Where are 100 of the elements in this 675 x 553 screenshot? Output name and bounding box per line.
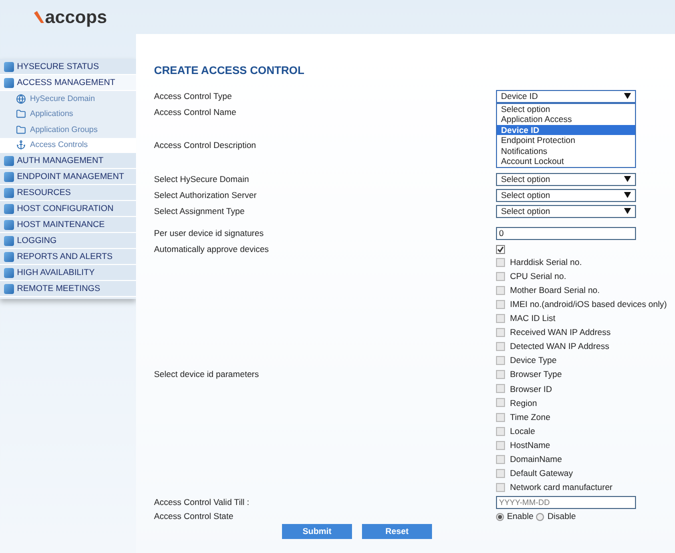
radio-label: Disable	[547, 510, 576, 523]
sidebar-subitem[interactable]: Application Groups	[0, 122, 136, 138]
folder-icon	[16, 109, 26, 120]
field-label: Automatically approve devices	[154, 242, 270, 256]
dropdown-option[interactable]: Notifications	[497, 146, 635, 156]
checkbox-label: Network card manufacturer	[510, 481, 613, 494]
checkbox-label: Browser ID	[510, 382, 552, 396]
checkbox-label: MAC ID List	[510, 312, 556, 325]
checkbox[interactable]	[496, 356, 505, 366]
field-label: Select device id parameters	[154, 368, 260, 382]
globe-icon	[16, 94, 26, 104]
checkbox[interactable]	[496, 342, 505, 352]
checkbox-label: DomainName	[510, 452, 562, 466]
select-field[interactable]: Select option	[496, 172, 636, 186]
sidebar-item[interactable]: ACCESS MANAGEMENT	[0, 75, 136, 91]
dropdown-option[interactable]: Application Access	[497, 114, 635, 124]
sidebar-item[interactable]: RESOURCES	[0, 185, 136, 201]
checkbox[interactable]	[496, 258, 505, 267]
logo: accops	[45, 8, 108, 26]
checkbox[interactable]	[496, 483, 505, 492]
tile-icon	[4, 78, 14, 88]
caret-icon	[624, 93, 631, 99]
field-label: Per user device id signatures	[154, 226, 265, 240]
tile-icon	[4, 236, 14, 246]
sidebar-item[interactable]: HIGH AVAILABILITY	[0, 265, 136, 281]
folder-icon	[16, 124, 26, 135]
tile-icon	[4, 252, 14, 262]
submit-button[interactable]: Submit	[282, 524, 352, 539]
sidebar-item[interactable]: LOGGING	[0, 233, 136, 249]
select-field[interactable]: Select option	[496, 188, 636, 202]
radio-label: Enable	[507, 510, 534, 523]
checkbox-label: Default Gateway	[510, 467, 573, 480]
sidebar-subitem[interactable]: Applications	[0, 106, 136, 122]
caret-icon	[624, 192, 631, 198]
checkbox[interactable]	[496, 468, 505, 478]
checkbox[interactable]	[496, 286, 505, 295]
checkbox-label: Harddisk Serial no.	[510, 256, 582, 268]
field-label: Access Control Name	[154, 106, 238, 118]
tile-icon	[4, 284, 14, 294]
checkbox-label: Received WAN IP Address	[510, 326, 611, 339]
radio-button[interactable]	[496, 512, 504, 521]
checkbox[interactable]	[496, 370, 505, 380]
page-title: CREATE ACCESS CONTROL	[154, 64, 306, 79]
date-field[interactable]: YYYY-MM-DD	[496, 496, 636, 509]
dropdown-option[interactable]: Account Lockout	[497, 156, 635, 166]
field-label: Access Control Description	[154, 139, 258, 152]
dropdown-option[interactable]: Device ID	[497, 124, 635, 135]
checkbox-label: Locale	[510, 424, 536, 438]
sidebar-item[interactable]: REMOTE MEETINGS	[0, 281, 136, 297]
sidebar-subitem[interactable]: HySecure Domain	[0, 91, 136, 106]
checkbox[interactable]	[496, 272, 505, 281]
input-field[interactable]: 0	[496, 226, 636, 240]
sidebar-item[interactable]: REPORTS AND ALERTS	[0, 249, 136, 265]
checkbox-label: CPU Serial no.	[510, 270, 566, 283]
tile-icon	[4, 172, 14, 182]
caret-icon	[624, 208, 631, 214]
checkbox[interactable]	[496, 426, 505, 436]
checkbox[interactable]	[496, 412, 505, 422]
checkbox[interactable]	[496, 328, 505, 338]
field-label: Select HySecure Domain	[154, 172, 250, 186]
sidebar-item[interactable]: HYSECURE STATUS	[0, 59, 136, 75]
checkbox[interactable]	[496, 454, 505, 464]
checkbox-label: HostName	[510, 438, 550, 452]
checkbox-label: Device Type	[510, 354, 557, 368]
logo-mark-icon	[34, 11, 44, 23]
sidebar-subitem[interactable]: Access Controls	[0, 138, 136, 153]
checkbox-label: Time Zone	[510, 410, 550, 424]
field-label: Select Authorization Server	[154, 188, 258, 202]
field-label: Access Control State	[154, 510, 234, 523]
select-field[interactable]: Device ID	[496, 90, 636, 102]
dropdown-option[interactable]: Select option	[497, 104, 635, 114]
checkbox[interactable]	[496, 300, 505, 309]
checkbox[interactable]	[496, 314, 505, 323]
checkbox-label: Mother Board Serial no.	[510, 284, 600, 297]
tile-icon	[4, 204, 14, 214]
select-field[interactable]: Select option	[496, 204, 636, 218]
tile-icon	[4, 188, 14, 198]
dropdown-option[interactable]: Endpoint Protection	[497, 135, 635, 146]
checkbox-label: Region	[510, 396, 537, 410]
sidebar-item[interactable]: AUTH MANAGEMENT	[0, 153, 136, 169]
checkbox[interactable]	[496, 244, 505, 254]
anchor-icon	[16, 140, 26, 150]
checkbox[interactable]	[496, 384, 505, 394]
checkbox-label: IMEI no.(android/iOS based devices only)	[510, 298, 667, 311]
caret-icon	[624, 176, 631, 182]
sidebar-item[interactable]: HOST CONFIGURATION	[0, 201, 136, 217]
checkbox[interactable]	[496, 440, 505, 450]
field-label: Access Control Valid Till :	[154, 496, 250, 508]
tile-icon	[4, 62, 14, 72]
sidebar-item[interactable]: HOST MAINTENANCE	[0, 217, 136, 233]
reset-button[interactable]: Reset	[362, 524, 432, 539]
radio-button[interactable]	[536, 512, 544, 521]
field-label: Select Assignment Type	[154, 204, 246, 218]
sidebar-item[interactable]: ENDPOINT MANAGEMENT	[0, 169, 136, 185]
tile-icon	[4, 156, 14, 166]
tile-icon	[4, 268, 14, 278]
checkbox-label: Browser Type	[510, 368, 562, 382]
tile-icon	[4, 220, 14, 230]
field-label: Access Control Type	[154, 90, 233, 102]
checkbox[interactable]	[496, 398, 505, 408]
